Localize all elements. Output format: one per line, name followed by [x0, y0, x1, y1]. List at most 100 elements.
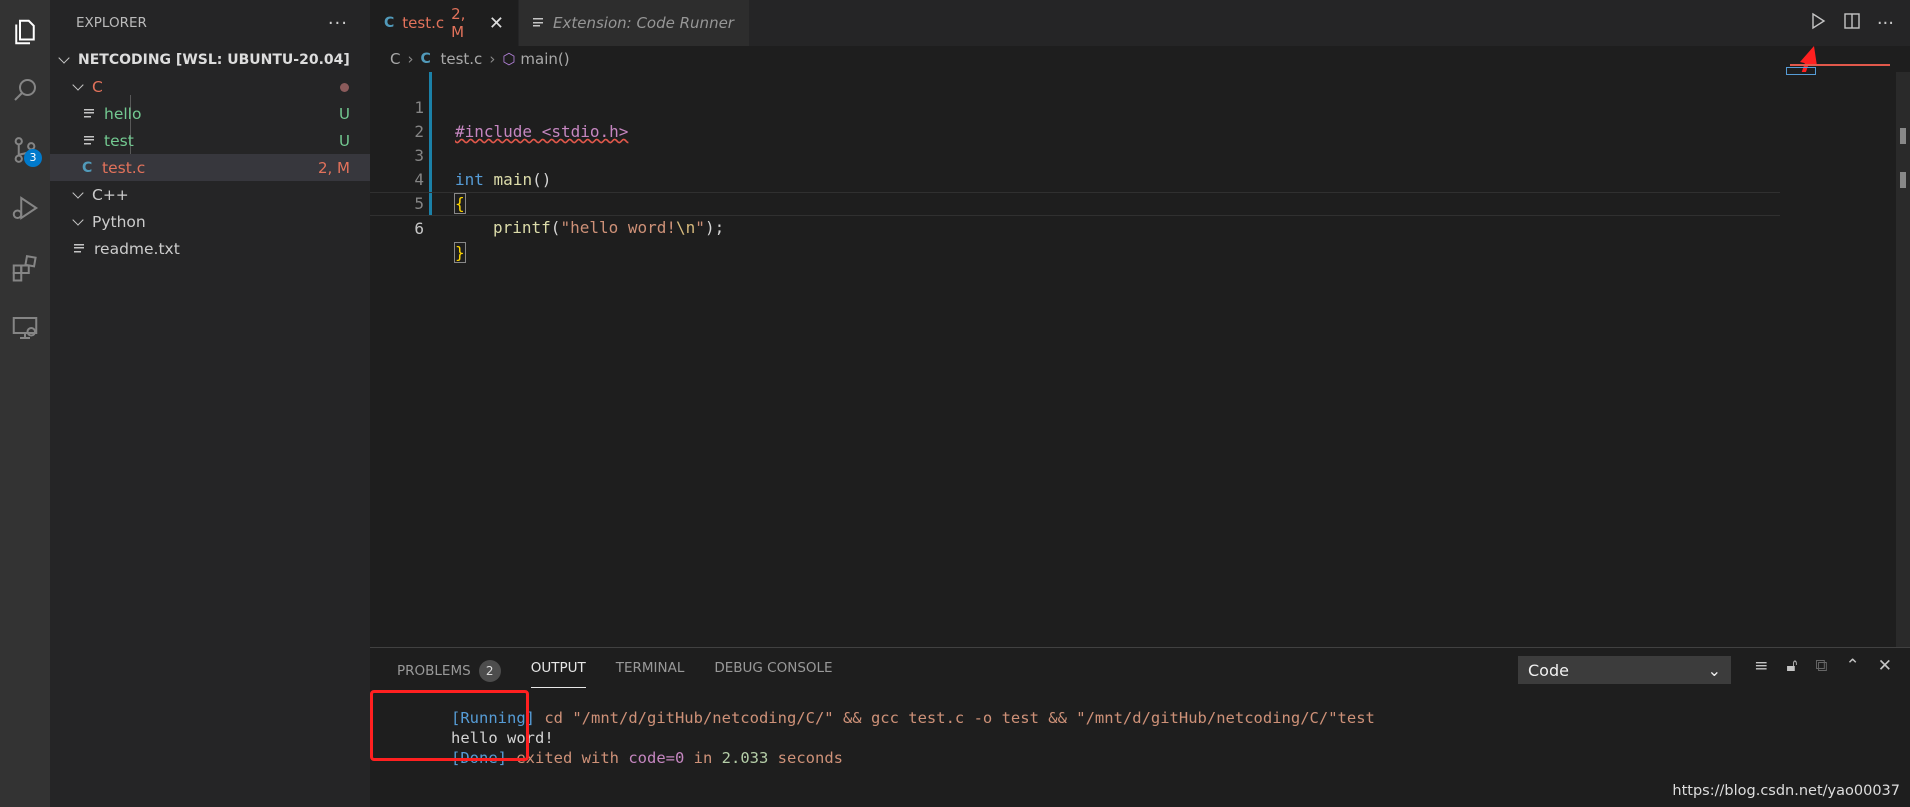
workspace-label: NETCODING [WSL: UBUNTU-20.04]	[78, 51, 350, 68]
code-line[interactable]: 4 {	[370, 144, 1780, 214]
output-channel-select[interactable]: Code ⌄	[1518, 656, 1731, 684]
clear-output-icon[interactable]: ≡	[1754, 656, 1768, 676]
tree-file-test-c[interactable]: C test.c 2, M	[50, 154, 370, 181]
output-text: with	[581, 749, 629, 767]
code-line[interactable]: 2	[370, 96, 1780, 141]
watermark: https://blog.csdn.net/yao00037	[1672, 783, 1900, 799]
remote-explorer-icon[interactable]	[0, 300, 50, 356]
maximize-panel-icon[interactable]: ⌃	[1846, 656, 1860, 676]
tree-file-test[interactable]: test U	[50, 127, 370, 154]
chevron-right-icon: ›	[489, 50, 496, 68]
more-actions-icon[interactable]: ···	[328, 13, 348, 34]
source-control-icon[interactable]: 3	[0, 122, 50, 178]
code-text: );	[704, 218, 725, 237]
chevron-down-icon	[72, 188, 86, 202]
minimap[interactable]	[1780, 64, 1910, 647]
code-line-current[interactable]: 6 }	[370, 192, 1780, 263]
chevron-down-icon	[58, 53, 72, 67]
tab-test-c[interactable]: C test.c 2, M ✕	[370, 0, 518, 46]
problems-count-badge: 2	[478, 660, 501, 682]
scroll-marker	[1900, 128, 1906, 144]
extensions-icon[interactable]	[0, 240, 50, 296]
elapsed-seconds: 2.033	[721, 749, 769, 767]
select-value: Code	[1528, 660, 1569, 680]
line-number: 6	[414, 219, 424, 238]
explorer-title: EXPLORER	[76, 15, 147, 31]
open-log-icon[interactable]: ⧉	[1815, 656, 1827, 676]
more-actions-icon[interactable]: ···	[1877, 13, 1894, 34]
search-icon[interactable]	[0, 62, 50, 118]
breadcrumb-folder[interactable]: C	[390, 50, 400, 68]
workspace-root[interactable]: NETCODING [WSL: UBUNTU-20.04]	[50, 46, 370, 73]
chevron-down-icon: ⌄	[1707, 660, 1721, 680]
explorer-icon[interactable]	[0, 4, 50, 60]
vertical-scrollbar[interactable]	[1896, 72, 1910, 647]
file-icon	[84, 134, 96, 147]
c-language-icon: C	[420, 51, 431, 67]
panel-tabs: PROBLEMS 2 OUTPUT TERMINAL DEBUG CONSOLE	[397, 660, 833, 688]
tree-label: C	[92, 77, 103, 96]
file-icon	[533, 17, 545, 29]
function-name: printf	[493, 218, 551, 237]
minimap-slider	[1786, 67, 1816, 75]
close-panel-icon[interactable]: ✕	[1878, 656, 1892, 676]
chevron-down-icon	[72, 215, 86, 229]
output-text: seconds	[768, 749, 843, 767]
editor-tab-bar: C test.c 2, M ✕ Extension: Code Runner ·…	[370, 0, 1910, 46]
tree-label: Python	[92, 212, 146, 231]
scm-badge: 3	[24, 149, 42, 167]
run-debug-icon[interactable]	[0, 180, 50, 236]
tab-terminal[interactable]: TERMINAL	[616, 660, 685, 688]
tab-problems[interactable]: PROBLEMS 2	[397, 660, 501, 688]
tab-label: test.c	[402, 14, 445, 32]
c-language-icon: C	[82, 159, 93, 176]
git-decoration: U	[339, 104, 350, 123]
activity-bar: 3	[0, 0, 50, 807]
c-language-icon: C	[384, 15, 395, 31]
panel-actions: ≡ 🔓︎ ⧉ ⌃ ✕	[1754, 656, 1892, 676]
breadcrumb-file[interactable]: test.c	[440, 50, 482, 68]
tree-folder-python[interactable]: Python	[50, 208, 370, 235]
paren: (	[550, 218, 561, 237]
run-code-icon[interactable]	[1809, 12, 1827, 34]
string-literal: "	[695, 218, 705, 237]
tree-label: test.c	[102, 158, 146, 177]
chevron-right-icon: ›	[407, 50, 414, 68]
code-editor[interactable]: 1 #include <stdio.h> 2 3 int main() 4 { …	[370, 64, 1910, 647]
explorer-header: EXPLORER ···	[50, 0, 370, 46]
code-line[interactable]: 1 #include <stdio.h>	[370, 72, 1780, 141]
tab-debug-console[interactable]: DEBUG CONSOLE	[714, 660, 832, 688]
git-decoration: 2, M	[317, 158, 350, 177]
cube-icon: ⬡	[502, 50, 516, 68]
tree-folder-c[interactable]: C	[50, 73, 370, 100]
exit-code: code=0	[628, 749, 685, 767]
tree-label: C++	[92, 185, 129, 204]
close-icon[interactable]: ✕	[489, 13, 504, 34]
tab-output[interactable]: OUTPUT	[530, 660, 586, 688]
split-editor-icon[interactable]	[1843, 12, 1861, 34]
file-icon	[74, 242, 86, 255]
brace: }	[454, 242, 466, 263]
output-text: in	[684, 749, 722, 767]
modified-dot-icon	[340, 83, 349, 92]
code-line[interactable]: 5 printf("hello word!\n");	[370, 168, 1780, 237]
tree-file-hello[interactable]: hello U	[50, 100, 370, 127]
tree-file-readme[interactable]: readme.txt	[50, 235, 370, 262]
lock-scroll-icon[interactable]: 🔓︎	[1786, 656, 1797, 676]
escape-sequence: \n	[676, 218, 696, 237]
file-icon	[84, 107, 96, 120]
scroll-marker	[1900, 172, 1906, 188]
explorer-sidebar: EXPLORER ··· NETCODING [WSL: UBUNTU-20.0…	[50, 0, 370, 807]
string-literal: "hello word!	[560, 218, 677, 237]
tree-label: test	[104, 131, 134, 150]
breadcrumb-symbol[interactable]: main()	[520, 50, 569, 68]
code-line[interactable]: 3 int main()	[370, 120, 1780, 189]
breadcrumb: C › C test.c › ⬡ main()	[370, 46, 1910, 72]
command-text: cd "/mnt/d/gitHub/netcoding/C/" && gcc t…	[535, 709, 1375, 727]
tab-label: Extension: Code Runner	[553, 14, 734, 32]
git-decoration: U	[339, 131, 350, 150]
tab-code-runner[interactable]: Extension: Code Runner	[519, 0, 749, 46]
vscode-window: 3 EXPLORER ··· NETCODING [WSL: UBUNTU-20…	[0, 0, 1910, 807]
tab-label: PROBLEMS	[397, 663, 471, 679]
tree-folder-cpp[interactable]: C++	[50, 181, 370, 208]
